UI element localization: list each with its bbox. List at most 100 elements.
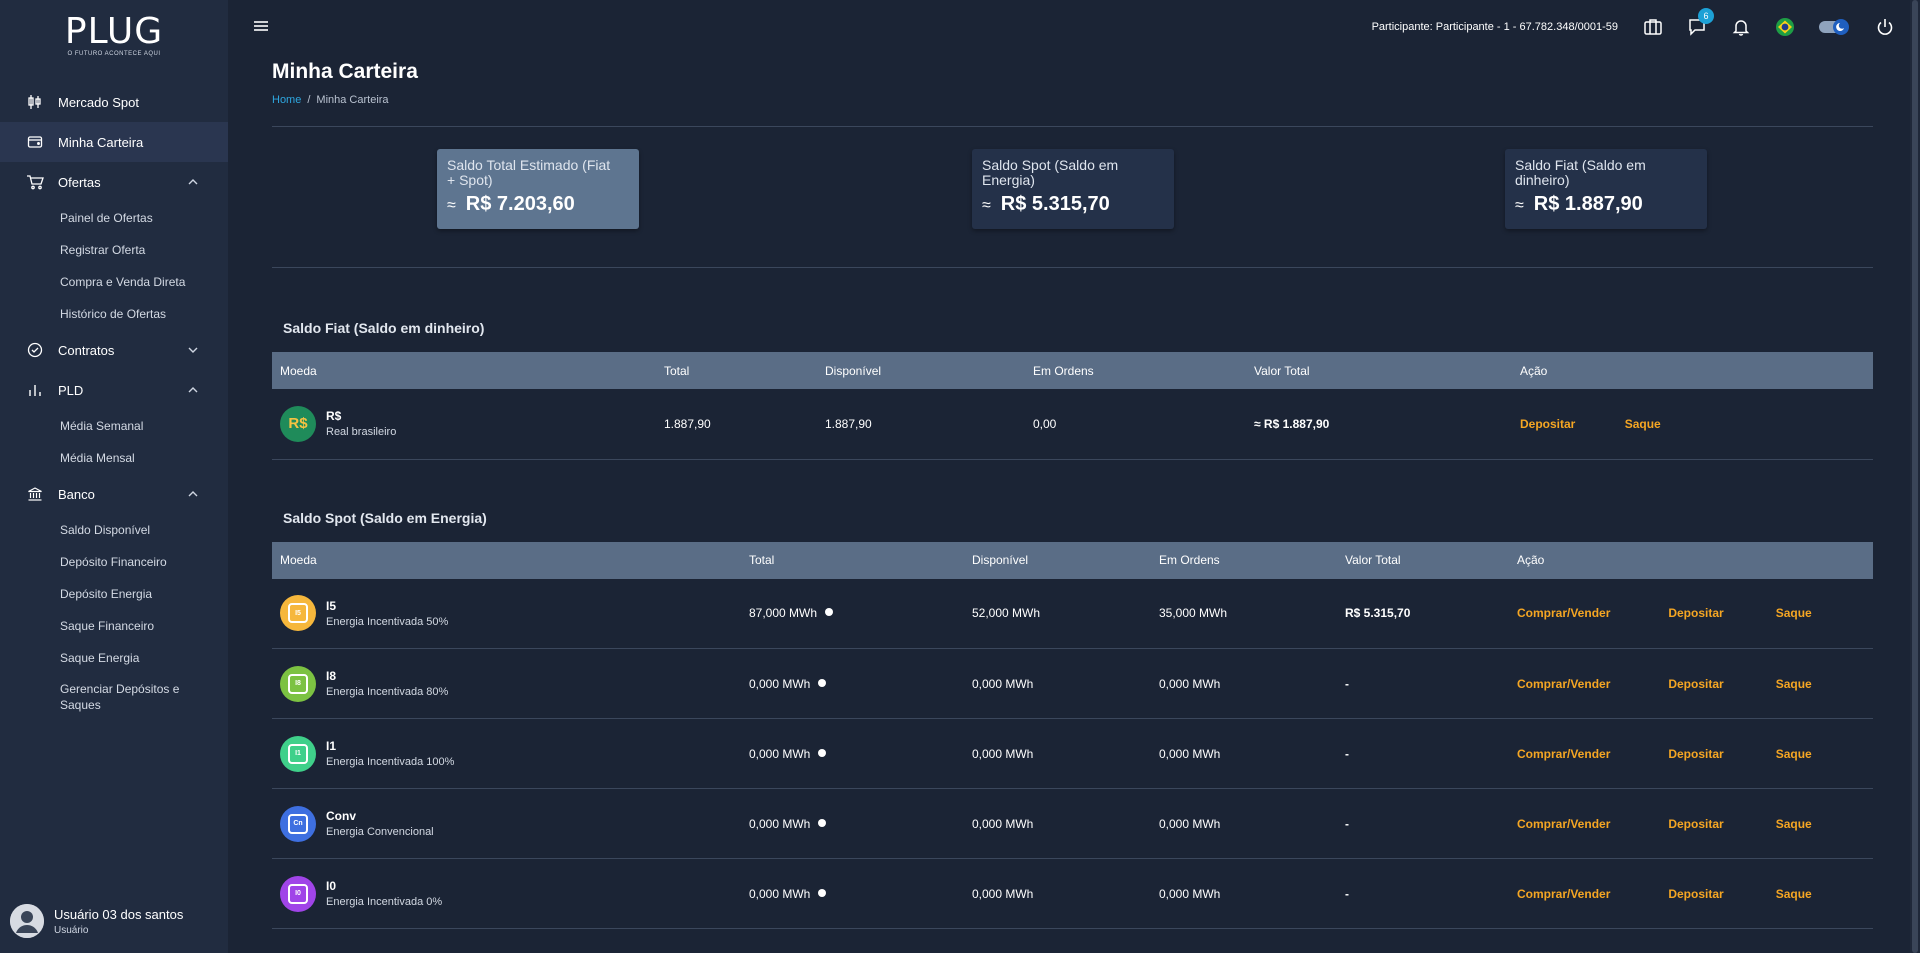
sidebar-item-ofertas[interactable]: Ofertas	[0, 162, 228, 202]
cell-available: 0,000 MWh	[964, 648, 1151, 719]
coin-name: Energia Convencional	[326, 826, 434, 838]
sidebar-subitem-registrar-oferta[interactable]: Registrar Oferta	[0, 234, 228, 266]
withdraw-button[interactable]: Saque	[1776, 887, 1812, 901]
trade-button[interactable]: Comprar/Vender	[1517, 606, 1665, 620]
i0-coin-icon: I0	[280, 875, 316, 912]
withdraw-button[interactable]: Saque	[1625, 417, 1661, 431]
card-title: Saldo Total Estimado (Fiat + Spot)	[447, 157, 611, 188]
sidebar-subitem-saque-financeiro[interactable]: Saque Financeiro	[0, 610, 228, 642]
table-row: I8 I8 Energia Incentivada 80% 0,000 MWh …	[272, 648, 1873, 719]
sidebar-item-label: Banco	[58, 486, 95, 502]
menu-icon[interactable]	[252, 18, 270, 34]
card-total-balance[interactable]: Saldo Total Estimado (Fiat + Spot) ≈ R$ 7…	[437, 149, 639, 229]
column-header: Valor Total	[1345, 553, 1401, 567]
coin-name: Energia Incentivada 80%	[326, 686, 449, 698]
cell-value-total: -	[1337, 788, 1509, 859]
power-icon[interactable]	[1874, 16, 1896, 38]
bell-icon[interactable]	[1730, 16, 1752, 38]
sidebar-subitem-media-mensal[interactable]: Média Mensal	[0, 442, 228, 474]
chat-icon[interactable]: 6	[1686, 8, 1714, 38]
sidebar-subitem-gerenciar-depositos-saques[interactable]: Gerenciar Depósitos e Saques	[0, 674, 200, 720]
sidebar-nav: Mercado Spot Minha Carteira Ofertas Pain…	[0, 82, 228, 720]
sidebar-item-minha-carteira[interactable]: Minha Carteira	[0, 122, 228, 162]
scrollbar-thumb[interactable]	[1912, 0, 1918, 953]
table-row: R$ R$ Real brasileiro 1.887,90 1.887,90 …	[272, 389, 1873, 460]
brand-logo[interactable]: PLUG O FUTURO ACONTECE AQUI	[0, 0, 228, 72]
cell-value-total: R$ 5.315,70	[1337, 578, 1509, 649]
sidebar-subitem-saldo-disponivel[interactable]: Saldo Disponível	[0, 514, 228, 546]
deposit-button[interactable]: Depositar	[1668, 606, 1772, 620]
withdraw-button[interactable]: Saque	[1776, 747, 1812, 761]
sidebar-item-pld[interactable]: PLD	[0, 370, 228, 410]
conv-coin-icon: Cn	[280, 805, 316, 842]
withdraw-button[interactable]: Saque	[1776, 606, 1812, 620]
coin-code: I5	[326, 598, 337, 613]
user-name: Usuário 03 dos santos	[54, 906, 184, 922]
column-header: Total	[664, 363, 690, 378]
coin-cell: I1 I1 Energia Incentivada 100%	[280, 735, 741, 772]
sidebar-subitem-saque-energia[interactable]: Saque Energia	[0, 642, 228, 674]
sidebar-subitem-historico-ofertas[interactable]: Histórico de Ofertas	[0, 298, 228, 330]
coin-name: Real brasileiro	[326, 426, 397, 439]
sidebar-subitem-compra-venda-direta[interactable]: Compra e Venda Direta	[0, 266, 228, 298]
withdraw-button[interactable]: Saque	[1776, 817, 1812, 831]
column-header: Em Ordens	[1033, 363, 1094, 378]
info-icon[interactable]	[818, 888, 827, 897]
cell-total: 1.887,90	[656, 389, 817, 460]
user-profile[interactable]: Usuário 03 dos santos Usuário	[0, 889, 228, 953]
coin-code: R$	[326, 409, 342, 424]
spot-table-body: I5 I5 Energia Incentivada 50% 87,000 MWh…	[272, 578, 1873, 929]
i5-coin-icon: I5	[280, 595, 316, 632]
column-header: Moeda	[280, 363, 317, 378]
card-spot-balance[interactable]: Saldo Spot (Saldo em Energia) ≈ R$ 5.315,…	[972, 149, 1174, 229]
deposit-button[interactable]: Depositar	[1668, 887, 1772, 901]
coin-cell: I8 I8 Energia Incentivada 80%	[280, 665, 741, 702]
cell-available: 0,000 MWh	[964, 718, 1151, 789]
sidebar-item-banco[interactable]: Banco	[0, 474, 228, 514]
info-icon[interactable]	[818, 748, 827, 757]
sidebar-subitem-deposito-financeiro[interactable]: Depósito Financeiro	[0, 546, 228, 578]
sidebar-subitem-deposito-energia[interactable]: Depósito Energia	[0, 578, 228, 610]
card-value: ≈ R$ 7.203,60	[447, 193, 575, 215]
cell-available: 1.887,90	[817, 389, 1025, 460]
sidebar-subitem-painel-ofertas[interactable]: Painel de Ofertas	[0, 202, 228, 234]
fiat-section-title: Saldo Fiat (Saldo em dinheiro)	[283, 320, 485, 336]
scrollbar[interactable]	[1910, 0, 1920, 953]
sidebar-item-contratos[interactable]: Contratos	[0, 330, 228, 370]
chat-badge: 6	[1698, 8, 1714, 24]
participant-label[interactable]: Participante: Participante - 1 - 67.782.…	[1372, 21, 1618, 33]
briefcase-icon[interactable]	[1642, 16, 1664, 38]
sidebar-item-label: PLD	[58, 382, 84, 398]
sidebar-subitem-media-semanal[interactable]: Média Semanal	[0, 410, 228, 442]
sidebar-item-label: Ofertas	[58, 174, 101, 190]
coin-code: Conv	[326, 809, 356, 823]
chevron-up-icon	[186, 175, 200, 189]
trade-button[interactable]: Comprar/Vender	[1517, 677, 1665, 691]
brazil-flag-icon[interactable]	[1774, 16, 1796, 38]
trade-button[interactable]: Comprar/Vender	[1517, 887, 1665, 901]
deposit-button[interactable]: Depositar	[1668, 677, 1772, 691]
sidebar-item-label: Minha Carteira	[58, 134, 144, 150]
deposit-button[interactable]: Depositar	[1668, 747, 1772, 761]
withdraw-button[interactable]: Saque	[1776, 677, 1812, 691]
coin-cell: I5 I5 Energia Incentivada 50%	[280, 595, 741, 632]
theme-toggle-icon[interactable]	[1818, 16, 1852, 38]
spot-table: Moeda Total Disponível Em Ordens Valor T…	[272, 541, 1873, 929]
cell-orders: 0,00	[1025, 389, 1246, 460]
table-row: Cn Conv Energia Convencional 0,000 MWh 0…	[272, 788, 1873, 859]
breadcrumb-current: Minha Carteira	[316, 94, 389, 106]
info-icon[interactable]	[818, 678, 827, 687]
sidebar-item-mercado-spot[interactable]: Mercado Spot	[0, 82, 228, 122]
info-icon[interactable]	[818, 818, 827, 827]
deposit-button[interactable]: Depositar	[1668, 817, 1772, 831]
info-icon[interactable]	[825, 608, 834, 617]
topbar: Participante: Participante - 1 - 67.782.…	[228, 0, 1920, 54]
card-title: Saldo Fiat (Saldo em dinheiro)	[1515, 157, 1646, 188]
card-fiat-balance[interactable]: Saldo Fiat (Saldo em dinheiro) ≈ R$ 1.887…	[1505, 149, 1707, 229]
deposit-button[interactable]: Depositar	[1520, 417, 1575, 431]
trade-button[interactable]: Comprar/Vender	[1517, 747, 1665, 761]
breadcrumb-home[interactable]: Home	[272, 94, 301, 106]
cell-total: 0,000 MWh	[749, 676, 811, 691]
bank-icon	[24, 485, 46, 503]
trade-button[interactable]: Comprar/Vender	[1517, 817, 1665, 831]
